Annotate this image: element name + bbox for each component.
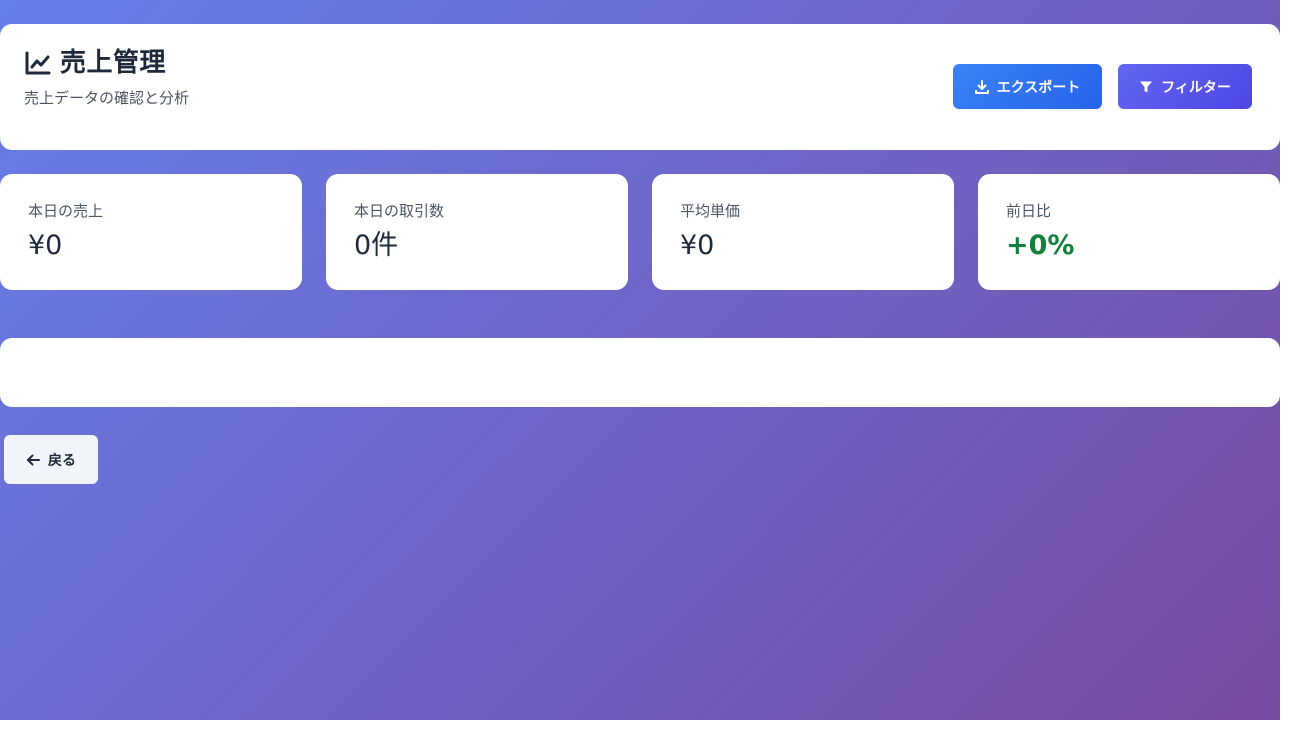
content-panel [0, 338, 1280, 407]
filter-button[interactable]: フィルター [1118, 64, 1252, 109]
stat-label: 本日の売上 [28, 202, 104, 220]
stat-card-average-price: 平均単価 ¥0 [652, 174, 954, 290]
filter-button-label: フィルター [1161, 79, 1231, 96]
stat-label: 本日の取引数 [354, 202, 445, 220]
stat-card-today-sales: 本日の売上 ¥0 [0, 174, 302, 290]
arrow-left-icon [27, 454, 40, 465]
export-button-label: エクスポート [996, 79, 1081, 96]
download-icon [974, 79, 989, 94]
stat-value: ¥0 [680, 230, 715, 261]
page-title: 売上管理 [60, 48, 167, 78]
stat-value: +0% [1006, 230, 1075, 261]
header-card: 売上管理 売上データの確認と分析 エクスポート フィルター [0, 24, 1280, 150]
stat-value: ¥0 [28, 230, 63, 261]
stat-card-day-over-day: 前日比 +0% [978, 174, 1280, 290]
stat-value: 0件 [354, 230, 399, 261]
chart-line-icon [24, 49, 52, 77]
stat-label: 前日比 [1006, 202, 1052, 220]
title-row: 売上管理 [24, 46, 166, 80]
page-subtitle: 売上データの確認と分析 [24, 89, 190, 107]
export-button[interactable]: エクスポート [953, 64, 1102, 109]
back-button[interactable]: 戻る [4, 435, 98, 484]
filter-icon [1140, 81, 1153, 92]
back-button-label: 戻る [48, 452, 76, 469]
stat-card-today-transactions: 本日の取引数 0件 [326, 174, 628, 290]
stat-label: 平均単価 [680, 202, 741, 220]
